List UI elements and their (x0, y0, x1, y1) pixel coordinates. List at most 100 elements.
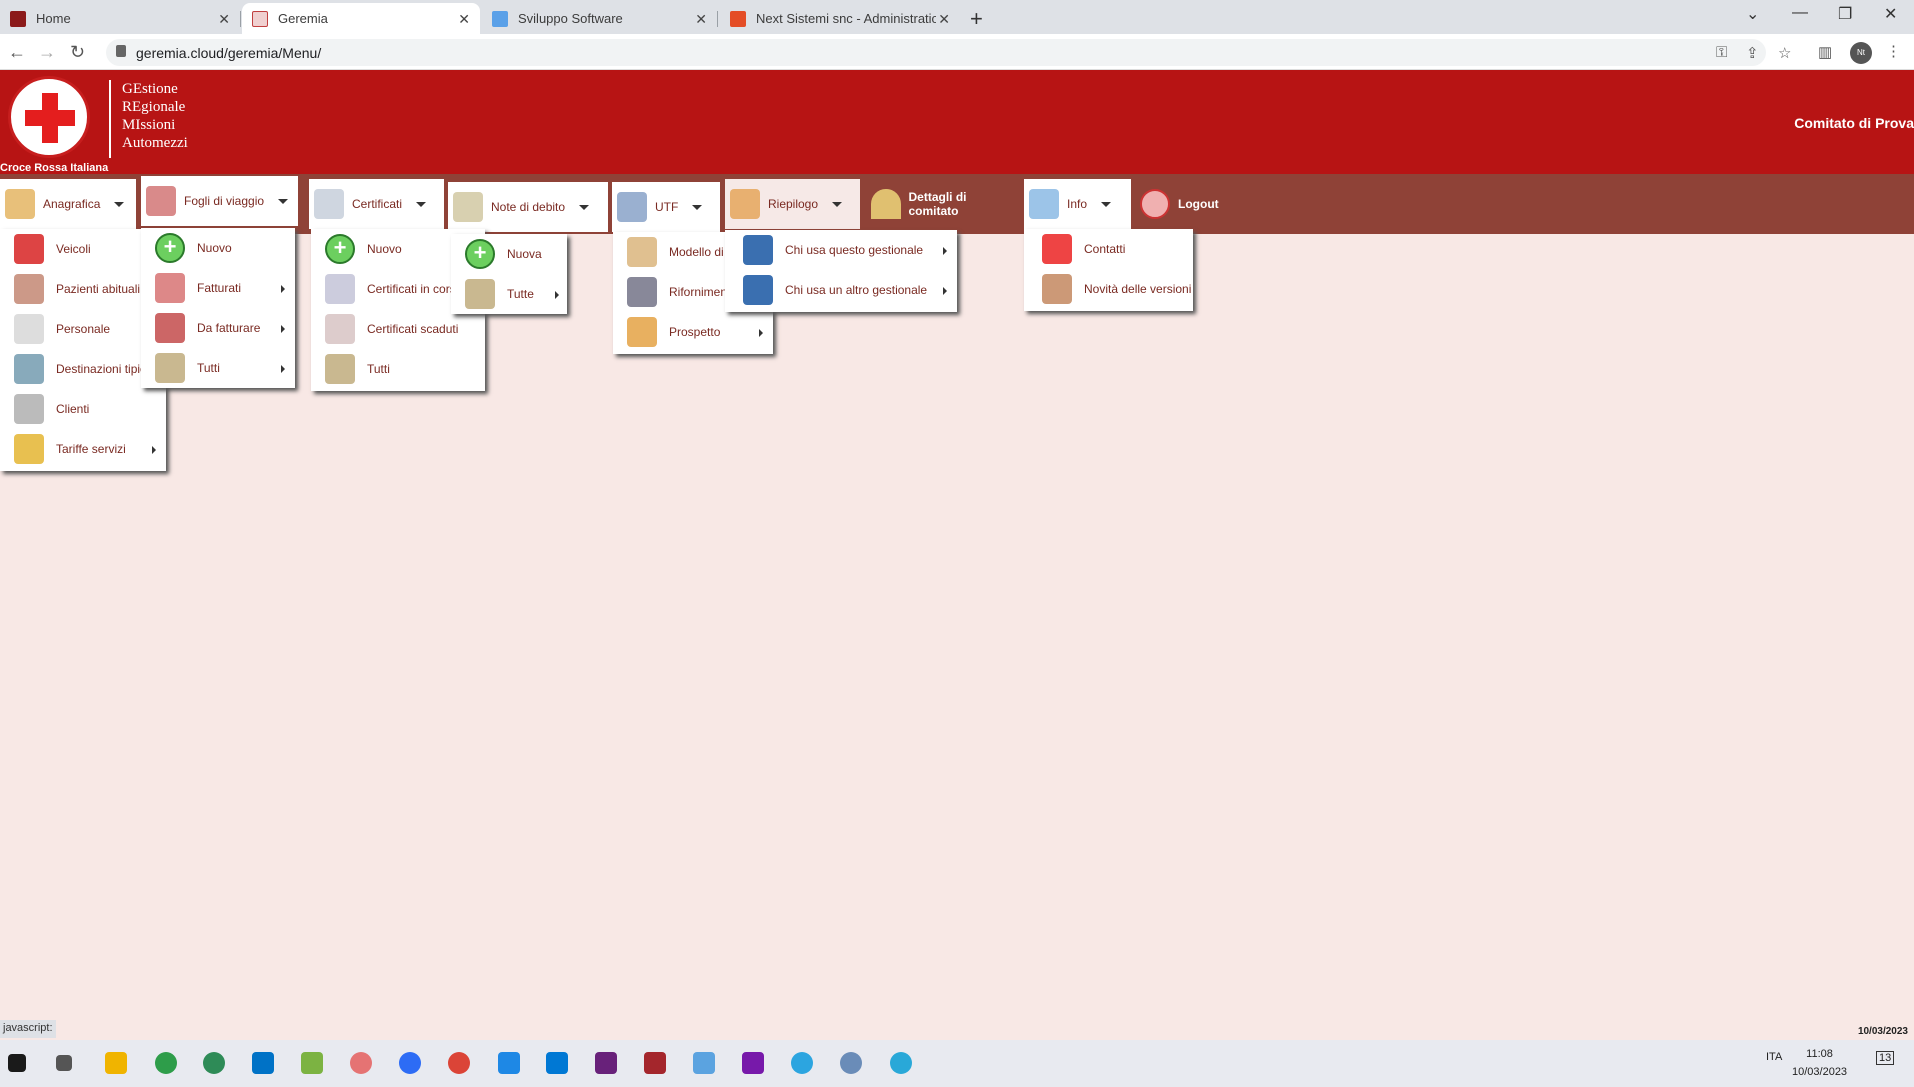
dropdown-item-contatti[interactable]: Contatti (1024, 229, 1125, 269)
logo-acronym: GEstione REgionale MIssioni Automezzi (122, 80, 188, 152)
item-label: Tariffe servizi (56, 442, 126, 456)
logo-line-3: MIssioni (122, 117, 176, 133)
dropdown-item-clienti[interactable]: Clienti (0, 389, 89, 429)
menu-dettagli-comitato[interactable]: Dettagli di comitato (866, 179, 1018, 229)
close-icon[interactable]: ✕ (938, 11, 950, 28)
chrome-icon[interactable] (448, 1052, 470, 1074)
restore-button[interactable]: ❐ (1838, 4, 1852, 24)
debit-note-icon (453, 192, 483, 222)
forward-icon[interactable]: → (38, 42, 56, 63)
app4-icon[interactable] (890, 1052, 912, 1074)
share-icon[interactable]: ⇪ (1746, 44, 1759, 62)
key-icon[interactable]: ⚿ (1716, 44, 1727, 61)
notepad-icon[interactable] (301, 1052, 323, 1074)
new-tab-button[interactable]: + (970, 6, 983, 32)
close-icon[interactable]: ✕ (218, 11, 230, 28)
tab-geremia[interactable]: Geremia ✕ (242, 3, 480, 34)
back-icon[interactable]: ← (8, 42, 26, 63)
item-label: Certificati scaduti (367, 322, 459, 336)
gear-grid-icon (743, 235, 773, 265)
menu-utf[interactable]: UTF (612, 182, 720, 232)
dropdown-item-prospetto[interactable]: Prospetto (613, 312, 720, 352)
menu-anagrafica[interactable]: Anagrafica (0, 179, 136, 229)
language-indicator[interactable]: ITA (1766, 1051, 1782, 1063)
tool-icon[interactable] (498, 1052, 520, 1074)
menu-label: Logout (1178, 197, 1219, 211)
tab-sviluppo[interactable]: Sviluppo Software ✕ (482, 3, 718, 34)
dropdown-item-da-fatturare[interactable]: Da fatturare (141, 308, 260, 348)
avatar[interactable]: Nt (1850, 42, 1872, 64)
menu-info[interactable]: Info (1024, 179, 1131, 229)
dropdown-item-fatturati[interactable]: Fatturati (141, 268, 241, 308)
dropdown-item-destinazioni[interactable]: Destinazioni tipiche (0, 349, 159, 389)
dropdown-item-nuovo[interactable]: + Nuovo (141, 228, 232, 268)
system-clock[interactable]: 11:08 10/03/2023 (1792, 1045, 1847, 1081)
windows-start-icon[interactable] (8, 1054, 26, 1072)
notification-badge[interactable]: 13 (1876, 1051, 1895, 1065)
dropdown-item-nuovo[interactable]: + Nuovo (311, 229, 402, 269)
side-panel-icon[interactable]: ▥ (1818, 43, 1832, 61)
window-close-button[interactable]: ✕ (1884, 4, 1897, 24)
menu-riepilogo[interactable]: Riepilogo (725, 179, 860, 229)
dropdown-item-in-corso[interactable]: Certificati in corso (311, 269, 462, 309)
red-cross-logo-icon[interactable] (8, 76, 90, 158)
task-view-icon[interactable] (56, 1055, 72, 1071)
tab-home[interactable]: Home ✕ (0, 3, 241, 34)
dropdown-item-scaduti[interactable]: Certificati scaduti (311, 309, 458, 349)
reload-icon[interactable]: ↻ (70, 42, 85, 63)
riepilogo-dropdown: Chi usa questo gestionale Chi usa un alt… (725, 230, 957, 312)
windows-taskbar: ITA 11:08 10/03/2023 13 (0, 1040, 1914, 1087)
books-icon (465, 279, 495, 309)
dropdown-item-chi-usa-altro[interactable]: Chi usa un altro gestionale (725, 270, 927, 310)
close-icon[interactable]: ✕ (458, 11, 470, 28)
item-label: Nuovo (367, 242, 402, 256)
info-dropdown: Contatti Novità delle versioni (1024, 229, 1193, 311)
item-label: Prospetto (669, 325, 721, 339)
dropdown-item-chi-usa-questo[interactable]: Chi usa questo gestionale (725, 230, 923, 270)
zoom-icon[interactable] (399, 1052, 421, 1074)
item-label: Certificati in corso (367, 282, 463, 296)
dropdown-item-rifornimenti[interactable]: Rifornimenti (613, 272, 733, 312)
file-explorer-icon[interactable] (105, 1052, 127, 1074)
dropdown-item-novita[interactable]: Novità delle versioni (1024, 269, 1191, 309)
tab-next-sistemi[interactable]: Next Sistemi snc - Administration ✕ (720, 3, 960, 34)
item-label: Chi usa un altro gestionale (785, 283, 928, 297)
tab-separator (717, 11, 718, 27)
dropdown-item-tutte[interactable]: Tutte (451, 274, 534, 314)
menu-logout[interactable]: Logout (1135, 179, 1235, 229)
menu-fogli-di-viaggio[interactable]: Fogli di viaggio (141, 176, 298, 226)
menu-dots-icon[interactable]: ⋮ (1886, 42, 1901, 60)
tab-search-icon[interactable]: ⌄ (1746, 4, 1759, 24)
app-icon[interactable] (350, 1052, 372, 1074)
url-field[interactable]: geremia.cloud/geremia/Menu/ ⚿ ⇪ ☆ (106, 39, 1791, 66)
dropdown-item-veicoli[interactable]: Veicoli (0, 229, 91, 269)
url-text[interactable]: geremia.cloud/geremia/Menu/ (136, 45, 321, 61)
dropdown-item-personale[interactable]: Personale (0, 309, 110, 349)
dropdown-item-modello[interactable]: Modello di (613, 232, 724, 272)
dropdown-item-pazienti[interactable]: Pazienti abituali (0, 269, 140, 309)
visual-studio-icon[interactable] (595, 1052, 617, 1074)
access-icon[interactable] (644, 1052, 666, 1074)
chevron-down-icon (579, 204, 590, 210)
star-icon[interactable]: ☆ (1778, 44, 1791, 62)
books-icon (325, 354, 355, 384)
outlook-icon[interactable] (252, 1052, 274, 1074)
evernote-icon[interactable] (155, 1052, 177, 1074)
app3-icon[interactable] (840, 1052, 862, 1074)
vscode-icon[interactable] (546, 1052, 568, 1074)
dropdown-item-tariffe[interactable]: Tariffe servizi (0, 429, 126, 469)
certificate-check-icon (325, 274, 355, 304)
minimize-button[interactable]: — (1792, 4, 1808, 22)
onenote-icon[interactable] (742, 1052, 764, 1074)
close-icon[interactable]: ✕ (695, 11, 707, 28)
menu-certificati[interactable]: Certificati (309, 179, 444, 229)
dropdown-item-tutti[interactable]: Tutti (141, 348, 220, 388)
dropdown-item-nuova[interactable]: + Nuova (451, 234, 542, 274)
menu-note-di-debito[interactable]: Note di debito (448, 182, 608, 232)
dropdown-item-tutti[interactable]: Tutti (311, 349, 390, 389)
telegram-icon[interactable] (791, 1052, 813, 1074)
tab-label: Home (36, 11, 71, 26)
app2-icon[interactable] (693, 1052, 715, 1074)
heidisql-icon[interactable] (203, 1052, 225, 1074)
submenu-arrow-icon (943, 247, 947, 255)
